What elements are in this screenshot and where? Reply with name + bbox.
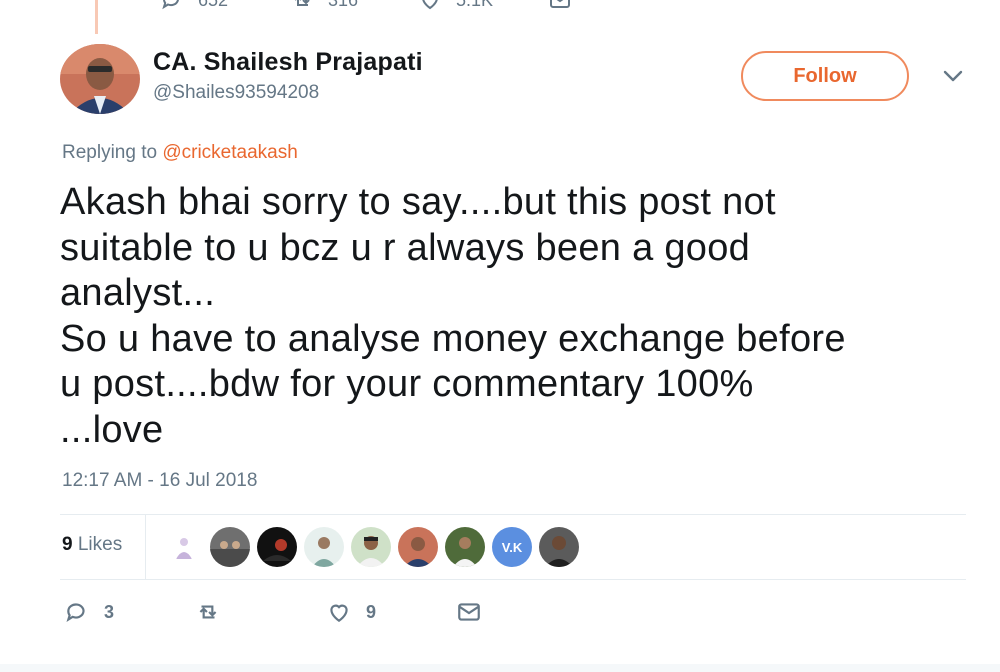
liker-avatar-initials[interactable]: V.K	[492, 527, 532, 567]
bottom-separator	[0, 664, 1000, 672]
liker-avatar[interactable]	[398, 527, 438, 567]
likes-label: Likes	[77, 534, 123, 555]
prev-reply-count: 652	[198, 0, 228, 11]
heart-icon	[422, 0, 438, 10]
prev-dm-action[interactable]	[548, 0, 572, 12]
prev-retweet-action[interactable]: 316	[290, 0, 358, 12]
liker-avatar[interactable]	[210, 527, 250, 567]
liker-avatar[interactable]	[170, 533, 198, 561]
reply-icon	[66, 603, 85, 623]
reply-icon	[162, 0, 179, 10]
prev-retweet-count: 316	[328, 0, 358, 11]
retweet-icon	[199, 605, 217, 619]
divider-bottom	[60, 579, 966, 580]
reply-count: 3	[104, 601, 115, 622]
like-count: 9	[366, 601, 377, 622]
liker-avatar[interactable]	[304, 527, 344, 567]
dm-action[interactable]	[456, 598, 482, 626]
liker-avatar[interactable]	[445, 527, 485, 567]
retweet-icon	[295, 0, 310, 6]
liker-avatar[interactable]	[539, 527, 579, 567]
prev-like-count: 5.1K	[456, 0, 493, 11]
liker-avatar[interactable]	[351, 527, 391, 567]
replying-to: Replying to @cricketaakash	[62, 142, 298, 164]
thread-connector	[95, 0, 98, 34]
likers-avatars: V.K	[170, 527, 586, 567]
likes-number: 9	[62, 534, 73, 555]
divider-vertical	[145, 515, 146, 579]
mention-link[interactable]: @cricketaakash	[162, 142, 297, 163]
avatar[interactable]	[60, 44, 140, 114]
tweet-text: Akash bhai sorry to say....but this post…	[60, 181, 846, 451]
like-action[interactable]: 9	[326, 598, 376, 626]
retweet-action[interactable]	[195, 598, 235, 626]
prev-reply-action[interactable]: 652	[160, 0, 228, 12]
envelope-icon	[550, 0, 570, 8]
prev-like-action[interactable]: 5.1K	[418, 0, 493, 12]
follow-button[interactable]: Follow	[741, 51, 909, 101]
user-handle[interactable]: @Shailes93594208	[153, 82, 319, 104]
replying-to-label: Replying to	[62, 142, 158, 163]
envelope-icon	[458, 603, 480, 621]
reply-action[interactable]: 3	[64, 598, 114, 626]
liker-avatar[interactable]	[257, 527, 297, 567]
display-name[interactable]: CA. Shailesh Prajapati	[153, 48, 423, 77]
tweet-timestamp[interactable]: 12:17 AM - 16 Jul 2018	[62, 470, 257, 492]
divider-top	[60, 514, 966, 515]
chevron-down-icon[interactable]	[942, 68, 964, 84]
likes-count[interactable]: 9 Likes	[62, 534, 122, 556]
heart-icon	[330, 604, 348, 622]
